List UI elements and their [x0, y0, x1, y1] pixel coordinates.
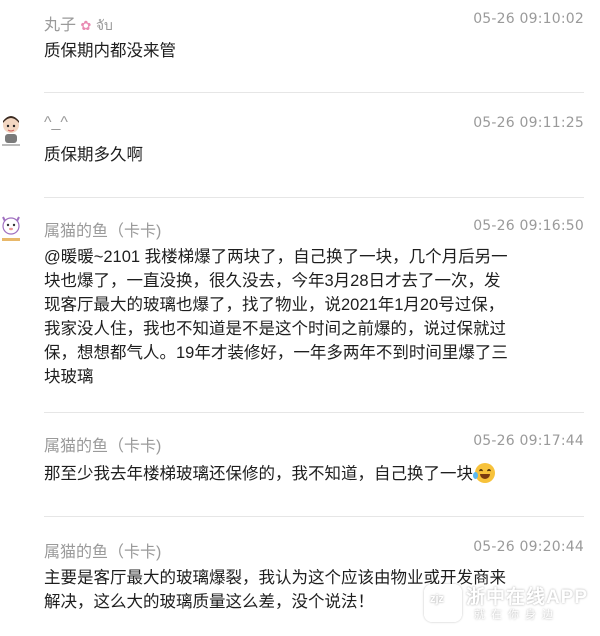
avatar-cat-icon	[2, 216, 20, 241]
comment-username[interactable]: 属猫的鱼（卡卡)	[44, 538, 161, 562]
comment-time: 05-26 09:20:44	[473, 539, 584, 555]
comment-username[interactable]: 属猫的鱼（卡卡)	[44, 217, 161, 241]
comment-line: 质保期多久啊	[44, 146, 143, 164]
comment-time: 05-26 09:17:44	[473, 433, 584, 449]
comment-line: 现客厅最大的玻璃也爆了，找了物业，说2021年1月20号过保，	[44, 296, 505, 314]
comment-line: 质保期内都没来管	[44, 42, 176, 60]
avatar-cartoon-icon	[2, 116, 20, 146]
comment-line: 我家没人住，我也不知道是不是这个时间之前爆的，说过保就过	[44, 320, 506, 338]
comment-line: @暖暖~2101 我楼梯爆了两块了，自己换了一块，几个月后另一	[44, 248, 508, 266]
avatar[interactable]	[0, 113, 22, 147]
comment-username[interactable]: ^_^	[44, 114, 68, 132]
comment-text: 那至少我去年楼梯玻璃还保修的，我不知道，自己换了一块	[44, 462, 574, 486]
flower-icon: ✿	[80, 18, 92, 33]
username-text[interactable]: 丸子	[44, 17, 76, 34]
watermark-title: 浙中在线APP	[466, 587, 589, 608]
divider	[44, 516, 584, 517]
app-logo-icon: zjz	[424, 584, 462, 622]
divider	[44, 412, 584, 413]
laughing-crying-emoji-icon	[473, 463, 495, 483]
divider	[44, 197, 584, 198]
comment-time: 05-26 09:11:25	[473, 115, 584, 131]
app-logo-text: zjz	[430, 593, 445, 605]
comment-line: 块玻璃	[44, 368, 94, 386]
comment-time: 05-26 09:16:50	[473, 218, 584, 234]
divider	[44, 92, 584, 93]
avatar[interactable]	[0, 212, 22, 246]
comment-line: 保，想想都气人。19年才装修好，一年多两年不到时间里爆了三	[44, 344, 508, 362]
username-suffix: จับ	[95, 17, 113, 33]
comment-time: 05-26 09:10:02	[473, 11, 584, 27]
comment-username[interactable]: 丸子 ✿ จับ	[44, 11, 113, 37]
comment-text: 质保期多久啊	[44, 143, 574, 167]
comment-line: 块也爆了，一直没换，很久没去，今年3月28日才去了一次，发	[44, 272, 501, 290]
watermark-subtitle: 就在你身边	[474, 609, 559, 621]
app-watermark: zjz 浙中在线APP 就在你身边	[424, 582, 594, 622]
comment-text: @暖暖~2101 我楼梯爆了两块了，自己换了一块，几个月后另一 块也爆了，一直没…	[44, 245, 574, 389]
comment-text: 质保期内都没来管	[44, 39, 574, 63]
comment-username[interactable]: 属猫的鱼（卡卡)	[44, 432, 161, 456]
comment-line: 那至少我去年楼梯玻璃还保修的，我不知道，自己换了一块	[44, 465, 473, 483]
